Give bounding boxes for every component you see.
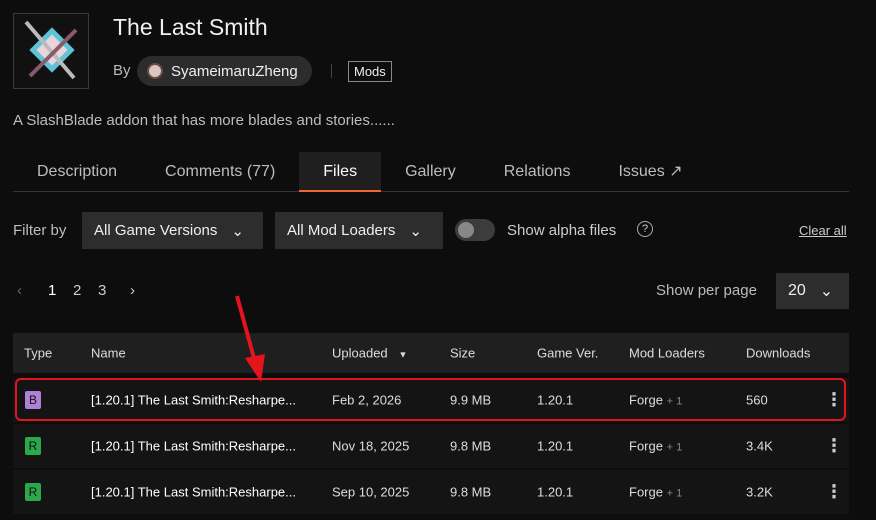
page-2[interactable]: 2 — [73, 282, 81, 299]
per-page-value: 20 — [788, 282, 806, 299]
loader-extra: + 1 — [666, 487, 683, 500]
red-arrow-annotation — [235, 295, 265, 382]
header-uploaded-label: Uploaded — [332, 345, 388, 361]
tab-bar: Description Comments (77) Files Gallery … — [13, 152, 849, 192]
help-icon[interactable]: ? — [637, 221, 653, 237]
uploaded-date: Sep 10, 2025 — [332, 484, 410, 500]
game-versions-dropdown[interactable]: All Game Versions ⌄ — [82, 212, 263, 249]
tab-gallery[interactable]: Gallery — [381, 152, 480, 192]
mod-loader: Forge + 1 — [629, 439, 682, 454]
page-title: The Last Smith — [113, 14, 268, 40]
tab-issues[interactable]: Issues ↗ — [594, 152, 706, 192]
more-options-icon[interactable]: ⋮ — [825, 482, 843, 503]
file-name[interactable]: [1.20.1] The Last Smith:Resharpe... — [91, 485, 296, 500]
chevron-down-icon: ⌄ — [231, 222, 244, 240]
header-name: Name — [91, 345, 126, 361]
divider — [331, 64, 332, 78]
sort-desc-icon: ▼ — [398, 349, 408, 360]
loader-extra: + 1 — [666, 441, 683, 454]
alpha-toggle[interactable] — [455, 219, 495, 241]
per-page-label: Show per page — [656, 282, 757, 299]
header-downloads: Downloads — [746, 345, 811, 361]
page-3[interactable]: 3 — [98, 282, 106, 299]
mod-loader: Forge + 1 — [629, 485, 682, 500]
author-name: SyameimaruZheng — [171, 62, 298, 80]
game-version: 1.20.1 — [537, 484, 574, 500]
loader-name: Forge — [629, 484, 663, 500]
release-type-badge: R — [25, 437, 41, 455]
game-version: 1.20.1 — [537, 438, 574, 454]
project-logo — [13, 13, 89, 89]
highlight-box — [15, 378, 846, 421]
file-size: 9.8 MB — [450, 484, 492, 500]
game-versions-value: All Game Versions — [94, 222, 218, 239]
file-name[interactable]: [1.20.1] The Last Smith:Resharpe... — [91, 439, 296, 454]
mod-loaders-dropdown[interactable]: All Mod Loaders ⌄ — [275, 212, 443, 249]
toggle-knob — [458, 222, 474, 238]
external-link-icon: ↗ — [669, 163, 683, 180]
file-size: 9.8 MB — [450, 438, 492, 454]
header-mod-loaders: Mod Loaders — [629, 345, 705, 361]
per-page-dropdown[interactable]: 20 ⌄ — [776, 273, 849, 309]
tab-relations[interactable]: Relations — [480, 152, 595, 192]
author-chip[interactable]: SyameimaruZheng — [137, 56, 312, 86]
header-size: Size — [450, 345, 476, 361]
mod-loaders-value: All Mod Loaders — [287, 222, 396, 239]
table-header: Type Name Uploaded ▼ Size Game Ver. Mod … — [13, 333, 849, 373]
next-page-button[interactable]: › — [130, 282, 135, 299]
chevron-down-icon: ⌄ — [409, 222, 422, 240]
filter-label: Filter by — [13, 222, 67, 239]
tab-issues-label: Issues — [618, 163, 665, 180]
alpha-label: Show alpha files — [507, 222, 617, 239]
tab-files[interactable]: Files — [299, 152, 382, 192]
avatar — [147, 63, 163, 79]
header-type: Type — [24, 345, 53, 361]
prev-page-button[interactable]: ‹ — [17, 282, 22, 299]
table-row[interactable]: R [1.20.1] The Last Smith:Resharpe... No… — [13, 424, 849, 468]
clear-all-link[interactable]: Clear all — [799, 223, 847, 238]
project-description: A SlashBlade addon that has more blades … — [13, 112, 395, 129]
loader-name: Forge — [629, 438, 663, 454]
downloads: 3.2K — [746, 484, 773, 500]
category-badge[interactable]: Mods — [348, 61, 392, 82]
by-label: By — [113, 62, 131, 79]
chevron-down-icon: ⌄ — [819, 283, 834, 300]
tab-comments[interactable]: Comments (77) — [141, 152, 299, 192]
tab-description[interactable]: Description — [13, 152, 141, 192]
header-uploaded[interactable]: Uploaded ▼ — [332, 346, 407, 361]
uploaded-date: Nov 18, 2025 — [332, 438, 410, 454]
downloads: 3.4K — [746, 438, 773, 454]
page-1[interactable]: 1 — [48, 282, 56, 299]
header-game-ver: Game Ver. — [537, 345, 599, 361]
more-options-icon[interactable]: ⋮ — [825, 436, 843, 457]
table-row[interactable]: R [1.20.1] The Last Smith:Resharpe... Se… — [13, 470, 849, 514]
release-type-badge: R — [25, 483, 41, 501]
